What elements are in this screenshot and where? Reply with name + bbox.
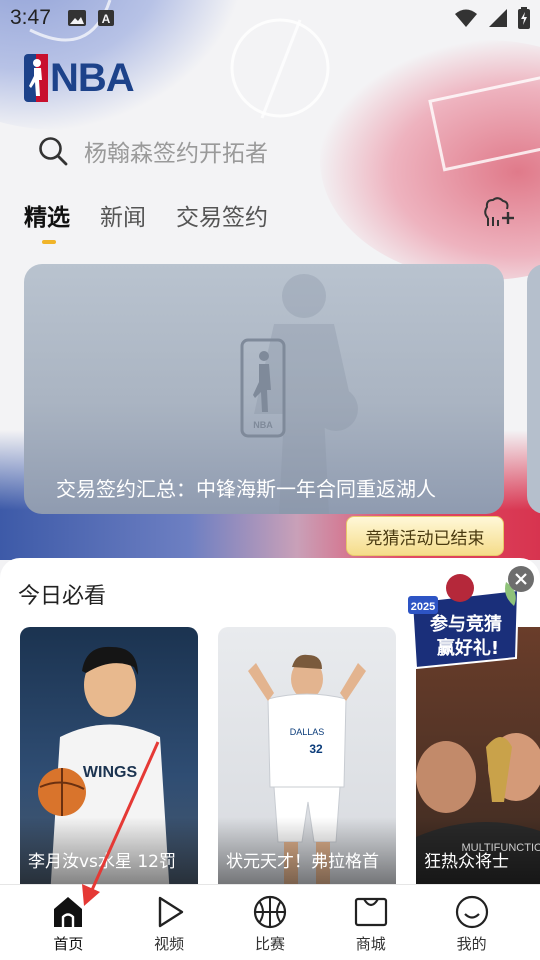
nav-label: 首页 — [53, 935, 84, 953]
signal-icon — [489, 9, 507, 27]
tab-featured[interactable]: 精选 — [24, 198, 70, 244]
tab-news[interactable]: 新闻 — [100, 198, 146, 232]
hero-card[interactable]: NBA 交易签约汇总：中锋海斯一年合同重返湖人 — [24, 264, 504, 514]
tab-bar: 精选 新闻 交易签约 — [24, 198, 268, 244]
video-card-caption: 狂热众将士 — [424, 852, 509, 872]
video-card-caption: 李月汝vs水星 12罚 — [28, 852, 176, 872]
promo-line-1: 参与竞猜 — [430, 613, 502, 635]
search-bar[interactable]: 杨翰森签约开拓者 — [38, 134, 268, 168]
svg-text:DALLAS: DALLAS — [290, 727, 325, 737]
promo-close-button[interactable] — [508, 566, 534, 592]
profile-icon — [455, 895, 488, 929]
nav-profile[interactable]: 我的 — [422, 895, 522, 954]
nav-shop[interactable]: 商城 — [321, 895, 421, 954]
play-icon — [158, 896, 184, 928]
basketball-icon — [253, 895, 287, 929]
video-card-1[interactable]: WINGS 李月汝vs水星 12罚 — [20, 627, 198, 897]
nav-home[interactable]: 首页 — [18, 895, 118, 954]
video-card-2[interactable]: DALLAS 32 状元天才！弗拉格首 — [218, 627, 396, 897]
close-icon — [515, 573, 527, 585]
tab-trades-signings[interactable]: 交易签约 — [176, 198, 268, 232]
tab-active-indicator — [42, 240, 56, 244]
wifi-icon — [455, 9, 477, 27]
nav-label: 视频 — [154, 935, 185, 953]
search-icon — [39, 137, 68, 166]
tab-label: 新闻 — [100, 205, 146, 231]
svg-text:A: A — [102, 12, 111, 26]
nav-games[interactable]: 比赛 — [220, 895, 320, 954]
add-topic-icon[interactable] — [480, 196, 516, 232]
promo-tag: 2025 — [411, 601, 435, 613]
tab-label: 精选 — [24, 205, 70, 231]
nav-video[interactable]: 视频 — [119, 895, 219, 954]
svg-text:32: 32 — [309, 742, 323, 756]
video-card-caption: 状元天才！弗拉格首 — [226, 852, 379, 872]
home-icon — [54, 897, 83, 927]
status-bar: 3:47 A — [0, 0, 540, 36]
promo-line-2: 赢好礼! — [437, 637, 499, 659]
quiz-ended-badge[interactable]: 竞猜活动已结束 — [346, 516, 504, 556]
status-time: 3:47 — [10, 6, 51, 29]
search-placeholder: 杨翰森签约开拓者 — [84, 141, 268, 167]
nav-label: 我的 — [456, 935, 487, 953]
shop-icon — [354, 897, 387, 927]
svg-text:WINGS: WINGS — [83, 764, 138, 781]
hero-card-next-peek[interactable] — [527, 264, 540, 514]
nba-logoman-icon — [24, 54, 48, 102]
bottom-nav: 首页 视频 比赛 商城 我的 — [0, 884, 540, 960]
section-title: 今日必看 — [18, 584, 107, 609]
svg-text:NBA: NBA — [253, 420, 273, 430]
nba-logo[interactable]: NBA — [24, 54, 135, 102]
battery-icon — [518, 7, 530, 29]
nav-label: 比赛 — [254, 935, 285, 953]
tab-label: 交易签约 — [176, 205, 268, 231]
quiz-promo-graphic: 2025 参与竞猜 赢好礼! — [408, 574, 520, 670]
quiz-badge-label: 竞猜活动已结束 — [365, 528, 485, 549]
image-icon — [67, 10, 86, 26]
hero-caption: 交易签约汇总：中锋海斯一年合同重返湖人 — [56, 477, 436, 501]
logo-text: NBA — [50, 55, 135, 100]
text-a-icon: A — [97, 10, 114, 26]
quiz-promo-float[interactable]: 2025 参与竞猜 赢好礼! — [406, 572, 524, 672]
nav-label: 商城 — [355, 935, 386, 953]
